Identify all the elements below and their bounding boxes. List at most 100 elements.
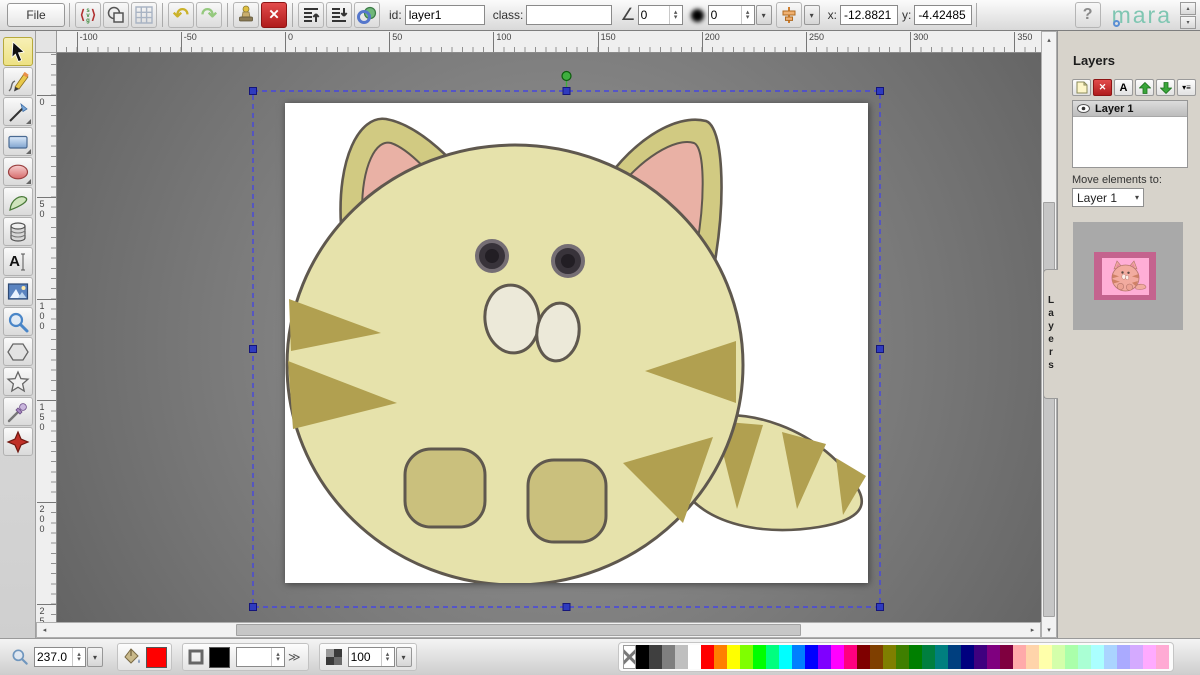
palette-swatch-#ffd4aa[interactable] [1026,645,1039,669]
palette-swatch-#3f7f00[interactable] [896,645,909,669]
palette-swatch-#3f007f[interactable] [974,645,987,669]
blur-spinner[interactable]: ▴▾ [741,6,754,24]
x-input[interactable] [840,5,898,25]
palette-swatch-#ffaaff[interactable] [1143,645,1156,669]
scroll-down-button[interactable]: ▾ [1042,622,1056,637]
grid-button[interactable] [131,2,157,28]
palette-swatch-none[interactable] [623,645,636,669]
align-button[interactable] [776,2,802,28]
fill-color-swatch[interactable] [146,647,167,668]
palette-swatch-#7f7f00[interactable] [883,645,896,669]
blur-input[interactable] [709,6,741,24]
new-layer-button[interactable] [1072,79,1091,96]
palette-swatch-#aaffff[interactable] [1091,645,1104,669]
scroll-up-button[interactable]: ▴ [1180,2,1196,15]
selection-box[interactable] [253,91,880,607]
delete-button[interactable]: ✕ [261,2,287,28]
opacity-spinner[interactable]: ▴▾ [381,648,394,666]
layers-side-tab[interactable]: Layers [1043,269,1058,399]
palette-swatch-#aaaaff[interactable] [1117,645,1130,669]
move-to-bottom-button[interactable] [326,2,352,28]
handle-sw[interactable] [250,604,257,611]
scroll-left-button[interactable]: ◂ [37,623,52,637]
tool-ellipse[interactable] [3,157,33,186]
handle-nw[interactable] [250,88,257,95]
stroke-width-spinner[interactable]: ▴▾ [271,648,284,666]
handle-e[interactable] [877,346,884,353]
palette-swatch-#3f3f3f[interactable] [649,645,662,669]
move-elements-select[interactable]: Layer 1 ▾ [1072,188,1144,207]
angle-input[interactable] [639,6,669,24]
palette-swatch-#aad4ff[interactable] [1104,645,1117,669]
palette-swatch-#0000ff[interactable] [805,645,818,669]
tool-text[interactable]: A [3,247,33,276]
file-menu-button[interactable]: File [7,3,65,27]
handle-n[interactable] [563,88,570,95]
opacity-input[interactable] [349,648,381,666]
palette-swatch-#ff00ff[interactable] [831,645,844,669]
tool-star[interactable] [3,367,33,396]
move-to-top-button[interactable] [298,2,324,28]
link-button[interactable] [354,2,380,28]
redo-button[interactable]: ↷ [196,2,222,28]
palette-swatch-#ffffaa[interactable] [1039,645,1052,669]
palette-swatch-#007fff[interactable] [792,645,805,669]
layer-menu-button[interactable]: ▾≡ [1177,79,1196,96]
selection-handles[interactable] [250,88,884,611]
palette-swatch-#7fff00[interactable] [740,645,753,669]
palette-swatch-#003f7f[interactable] [948,645,961,669]
palette-swatch-#00007f[interactable] [961,645,974,669]
drawing-viewport[interactable] [57,53,1041,622]
scroll-right-button[interactable]: ▸ [1025,623,1040,637]
handle-s[interactable] [563,604,570,611]
zoom-dropdown-button[interactable]: ▾ [87,647,103,667]
rotate-handle[interactable] [562,72,571,81]
handle-se[interactable] [877,604,884,611]
horizontal-scroll-thumb[interactable] [236,624,801,636]
y-input[interactable] [914,5,972,25]
tool-image[interactable] [3,277,33,306]
tool-eyedropper[interactable] [3,397,33,426]
handle-ne[interactable] [877,88,884,95]
palette-swatch-#00ffff[interactable] [779,645,792,669]
palette-swatch-#ffaad4[interactable] [1156,645,1169,669]
eye-icon[interactable] [1077,104,1090,113]
class-input[interactable] [526,5,612,25]
zoom-input[interactable] [35,648,72,666]
palette-swatch-#bfbfbf[interactable] [675,645,688,669]
zoom-spinner[interactable]: ▴▾ [72,648,85,666]
palette-swatch-#ff007f[interactable] [844,645,857,669]
undo-button[interactable]: ↶ [168,2,194,28]
palette-swatch-#7f00ff[interactable] [818,645,831,669]
tool-rectangle[interactable] [3,127,33,156]
tool-cylinder[interactable] [3,217,33,246]
palette-swatch-#ffff00[interactable] [727,645,740,669]
palette-swatch-#007f3f[interactable] [922,645,935,669]
align-dropdown-button[interactable]: ▾ [804,5,820,25]
palette-swatch-#aaffd4[interactable] [1078,645,1091,669]
layer-row[interactable]: Layer 1 [1073,101,1187,117]
palette-swatch-#ff0000[interactable] [701,645,714,669]
blur-dropdown-button[interactable]: ▾ [756,5,772,25]
palette-swatch-#d4ffaa[interactable] [1052,645,1065,669]
palette-swatch-#ffaaaa[interactable] [1013,645,1026,669]
vertical-scroll-thumb[interactable] [1043,202,1055,617]
tool-path[interactable] [3,187,33,216]
move-layer-up-button[interactable] [1135,79,1154,96]
palette-swatch-#7f7f7f[interactable] [662,645,675,669]
source-editor-button[interactable]: ⟨ svg ⟩ [75,2,101,28]
tool-select[interactable] [3,37,33,66]
horizontal-scrollbar[interactable]: ◂ ▸ [36,622,1041,638]
tool-polygon[interactable] [3,337,33,366]
rename-layer-button[interactable]: A [1114,79,1133,96]
stroke-width-input[interactable] [237,648,271,666]
palette-swatch-#00ff7f[interactable] [766,645,779,669]
palette-swatch-#7f0000[interactable] [857,645,870,669]
tool-zoom[interactable] [3,307,33,336]
palette-swatch-#007f00[interactable] [909,645,922,669]
tool-line[interactable] [3,97,33,126]
scroll-up-button[interactable]: ▴ [1042,32,1056,47]
palette-swatch-#aaffaa[interactable] [1065,645,1078,669]
angle-spinner[interactable]: ▴▾ [669,6,682,24]
clone-button[interactable] [233,2,259,28]
